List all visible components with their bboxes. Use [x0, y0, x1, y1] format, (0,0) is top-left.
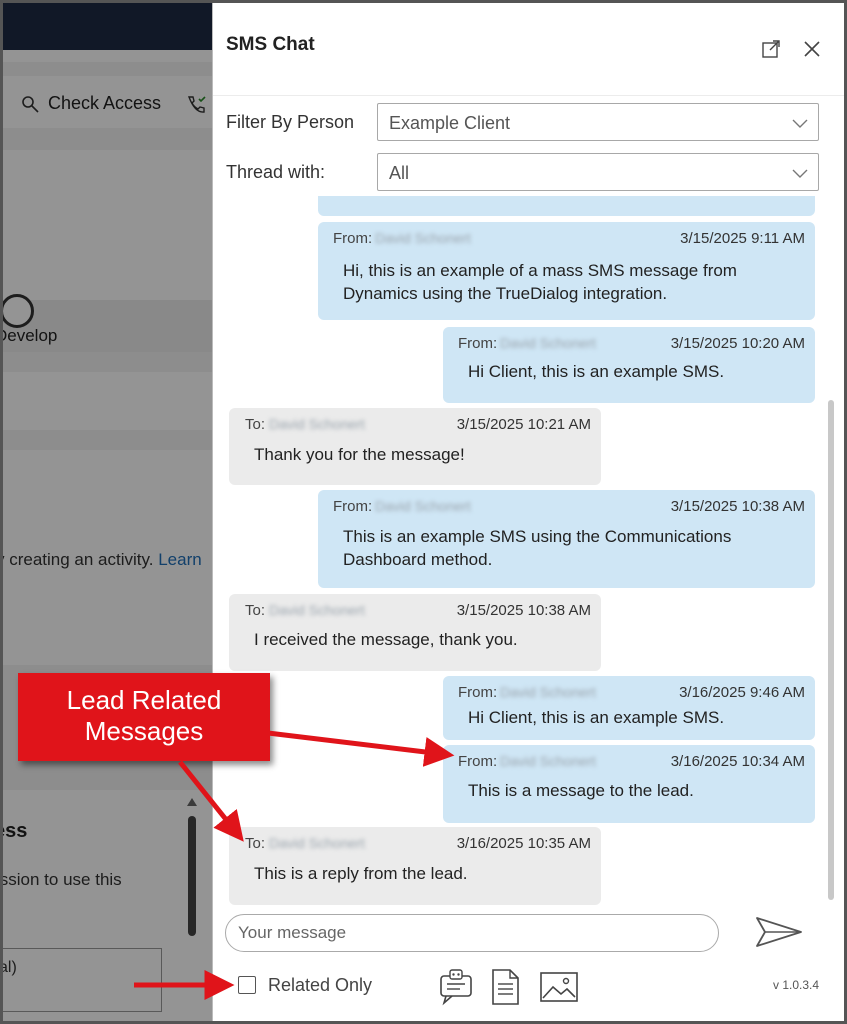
message-text: This is an example SMS using the Communi…: [343, 527, 732, 546]
message-bubble-outgoing: From: David Schonert 3/15/2025 10:20 AM …: [443, 327, 815, 403]
message-bubble-incoming: To: David Schonert 3/15/2025 10:38 AM I …: [229, 594, 601, 671]
thread-with-select[interactable]: All: [377, 153, 819, 191]
related-only-toggle[interactable]: Related Only: [238, 973, 372, 997]
thread-with-value: All: [389, 163, 410, 183]
expand-icon[interactable]: [760, 38, 782, 60]
message-bubble-outgoing: From: David Schonert 3/15/2025 10:38 AM …: [318, 490, 815, 588]
sms-chat-panel: SMS Chat Filter By Person Example Client…: [212, 0, 847, 1024]
panel-header: SMS Chat: [213, 0, 847, 96]
message-text: Hi Client, this is an example SMS.: [468, 708, 725, 727]
message-recipient-name: David Schonert: [269, 835, 365, 851]
message-prefix: To:: [245, 835, 266, 852]
close-icon[interactable]: [801, 38, 823, 60]
modal-overlay: [0, 0, 212, 1024]
thread-scrollbar[interactable]: [828, 400, 834, 900]
message-bubble-incoming: To: David Schonert 3/15/2025 10:21 AM Th…: [229, 408, 601, 485]
message-text: Hi Client, this is an example SMS.: [468, 362, 725, 381]
panel-title: SMS Chat: [226, 34, 315, 55]
image-icon[interactable]: [539, 967, 579, 1007]
message-timestamp: 3/16/2025 9:46 AM: [679, 684, 805, 701]
message-timestamp: 3/16/2025 10:35 AM: [456, 835, 591, 852]
message-text: Thank you for the message!: [254, 445, 465, 464]
chevron-down-icon: [792, 119, 808, 128]
message-timestamp: 3/16/2025 10:34 AM: [670, 753, 805, 770]
message-compose-box[interactable]: [225, 914, 719, 952]
message-prefix: From:: [333, 498, 373, 515]
message-bubble-outgoing: From: David Schonert 3/16/2025 10:34 AM …: [443, 745, 815, 823]
annotation-callout: Lead Related Messages: [18, 673, 270, 761]
related-only-checkbox[interactable]: [238, 976, 256, 994]
message-prefix: From:: [458, 753, 498, 770]
chevron-down-icon: [792, 169, 808, 178]
filter-by-person-label: Filter By Person: [226, 112, 355, 132]
message-timestamp: 3/15/2025 10:38 AM: [456, 602, 591, 619]
message-text: Dashboard method.: [343, 550, 493, 569]
message-sender-name: David Schonert: [500, 753, 596, 769]
message-sender-name: David Schonert: [500, 684, 596, 700]
message-bubble-outgoing: From: David Schonert 3/16/2025 9:46 AM H…: [443, 676, 815, 740]
message-timestamp: 3/15/2025 10:21 AM: [456, 416, 591, 433]
annotation-text: Lead Related: [66, 685, 222, 715]
message-timestamp: 3/15/2025 9:11 AM: [680, 230, 805, 247]
document-icon[interactable]: [485, 967, 525, 1007]
message-thread[interactable]: From: David Schonert 3/15/2025 9:11 AM H…: [213, 196, 833, 906]
message-recipient-name: David Schonert: [269, 602, 365, 618]
send-icon[interactable]: [753, 914, 805, 950]
message-prefix: From:: [458, 684, 498, 701]
message-bubble-outgoing: From: David Schonert 3/15/2025 9:11 AM H…: [318, 222, 815, 320]
message-input[interactable]: [238, 922, 708, 944]
message-text: Hi, this is an example of a mass SMS mes…: [343, 261, 737, 280]
message-prefix: To:: [245, 602, 266, 619]
filter-by-person-value: Example Client: [389, 113, 511, 133]
filter-by-person-select[interactable]: Example Client: [377, 103, 819, 141]
message-timestamp: 3/15/2025 10:20 AM: [670, 335, 805, 352]
message-bubble-incoming: To: David Schonert 3/16/2025 10:35 AM Th…: [229, 827, 601, 905]
message-sender-name: David Schonert: [375, 230, 471, 246]
filter-by-person-row: Filter By Person Example Client: [226, 103, 832, 141]
thread-with-row: Thread with: All: [226, 153, 832, 191]
message-text: This is a message to the lead.: [468, 781, 694, 800]
annotation-text: Messages: [84, 716, 204, 746]
message-recipient-name: David Schonert: [269, 416, 365, 432]
message-sender-name: David Schonert: [500, 335, 596, 351]
version-label: v 1.0.3.4: [773, 978, 820, 992]
message-text: I received the message, thank you.: [254, 630, 518, 649]
message-text: This is a reply from the lead.: [254, 864, 468, 883]
bot-chat-icon[interactable]: [436, 967, 476, 1007]
message-prefix: From:: [333, 230, 373, 247]
thread-with-label: Thread with:: [226, 162, 326, 182]
message-prefix: To:: [245, 416, 266, 433]
message-text: Dynamics using the TrueDialog integratio…: [343, 284, 668, 303]
message-prefix: From:: [458, 335, 498, 352]
related-only-label: Related Only: [268, 974, 373, 995]
message-timestamp: 3/15/2025 10:38 AM: [670, 498, 805, 515]
message-sender-name: David Schonert: [375, 498, 471, 514]
message-bubble-partial: [318, 196, 815, 216]
